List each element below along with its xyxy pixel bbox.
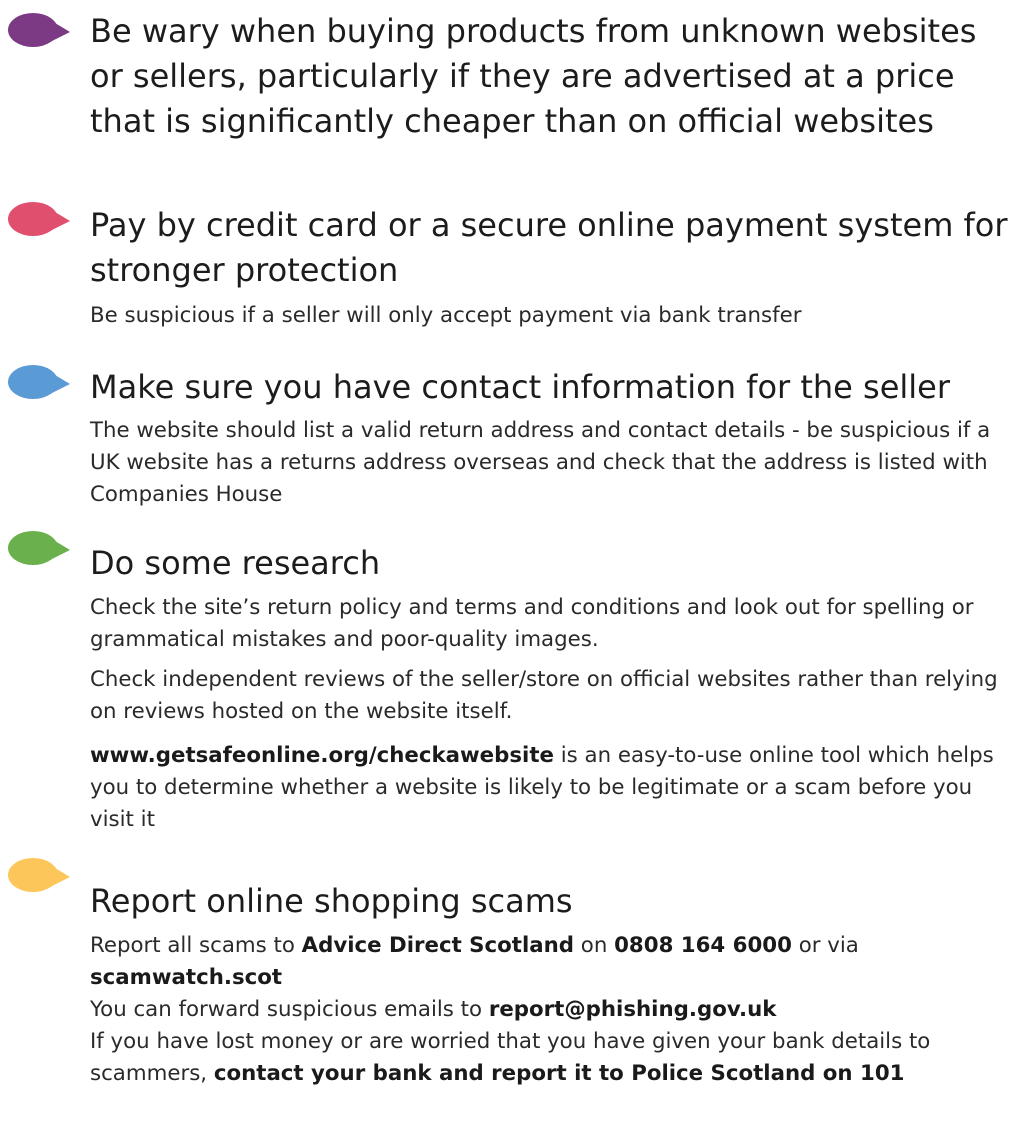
tip-title: Report online shopping scams bbox=[90, 882, 573, 920]
tip-body: Be suspicious if a seller will only acce… bbox=[90, 300, 1015, 332]
tip-title: Be wary when buying products from unknow… bbox=[90, 12, 977, 140]
tip-body-text: on bbox=[574, 933, 615, 958]
blue-speech-bubble-icon bbox=[6, 362, 70, 402]
purple-speech-bubble-icon bbox=[6, 10, 70, 50]
contact-bank-police: contact your bank and report it to Polic… bbox=[213, 1061, 905, 1086]
tip-body: Check the site’s return policy and terms… bbox=[90, 592, 1015, 836]
tip-title: Make sure you have contact information f… bbox=[90, 368, 951, 406]
tip-body-text: Be suspicious if a seller will only acce… bbox=[90, 303, 802, 328]
tip-body-text: or via bbox=[791, 933, 859, 958]
checkawebsite-link[interactable]: www.getsafeonline.org/checkawebsite bbox=[90, 743, 554, 768]
tip-body-para-3: www.getsafeonline.org/checkawebsite is a… bbox=[90, 740, 1015, 836]
tip-title: Pay by credit card or a secure online pa… bbox=[90, 206, 1008, 289]
tip-title: Do some research bbox=[90, 544, 381, 582]
report-line-3: If you have lost money or are worried th… bbox=[90, 1026, 1015, 1090]
advice-direct-scotland: Advice Direct Scotland bbox=[301, 933, 575, 958]
report-line-2: You can forward suspicious emails to rep… bbox=[90, 994, 1015, 1026]
green-speech-bubble-icon bbox=[6, 528, 70, 568]
tip-body: Report all scams to Advice Direct Scotla… bbox=[90, 930, 1015, 1090]
phone-number[interactable]: 0808 164 6000 bbox=[614, 933, 792, 958]
tip-body: The website should list a valid return a… bbox=[90, 415, 1015, 511]
report-line-1: Report all scams to Advice Direct Scotla… bbox=[90, 930, 1015, 994]
tip-body-text: The website should list a valid return a… bbox=[90, 418, 991, 507]
scamwatch-link[interactable]: scamwatch.scot bbox=[90, 965, 282, 990]
pink-speech-bubble-icon bbox=[6, 199, 70, 239]
tip-body-para-1: Check the site’s return policy and terms… bbox=[90, 595, 974, 652]
phishing-email-link[interactable]: report@phishing.gov.uk bbox=[489, 997, 777, 1022]
tip-body-para-2: Check independent reviews of the seller/… bbox=[90, 667, 998, 724]
yellow-speech-bubble-icon bbox=[6, 855, 70, 895]
tip-body-text: You can forward suspicious emails to bbox=[90, 997, 489, 1022]
tip-body-text: Report all scams to bbox=[90, 933, 302, 958]
